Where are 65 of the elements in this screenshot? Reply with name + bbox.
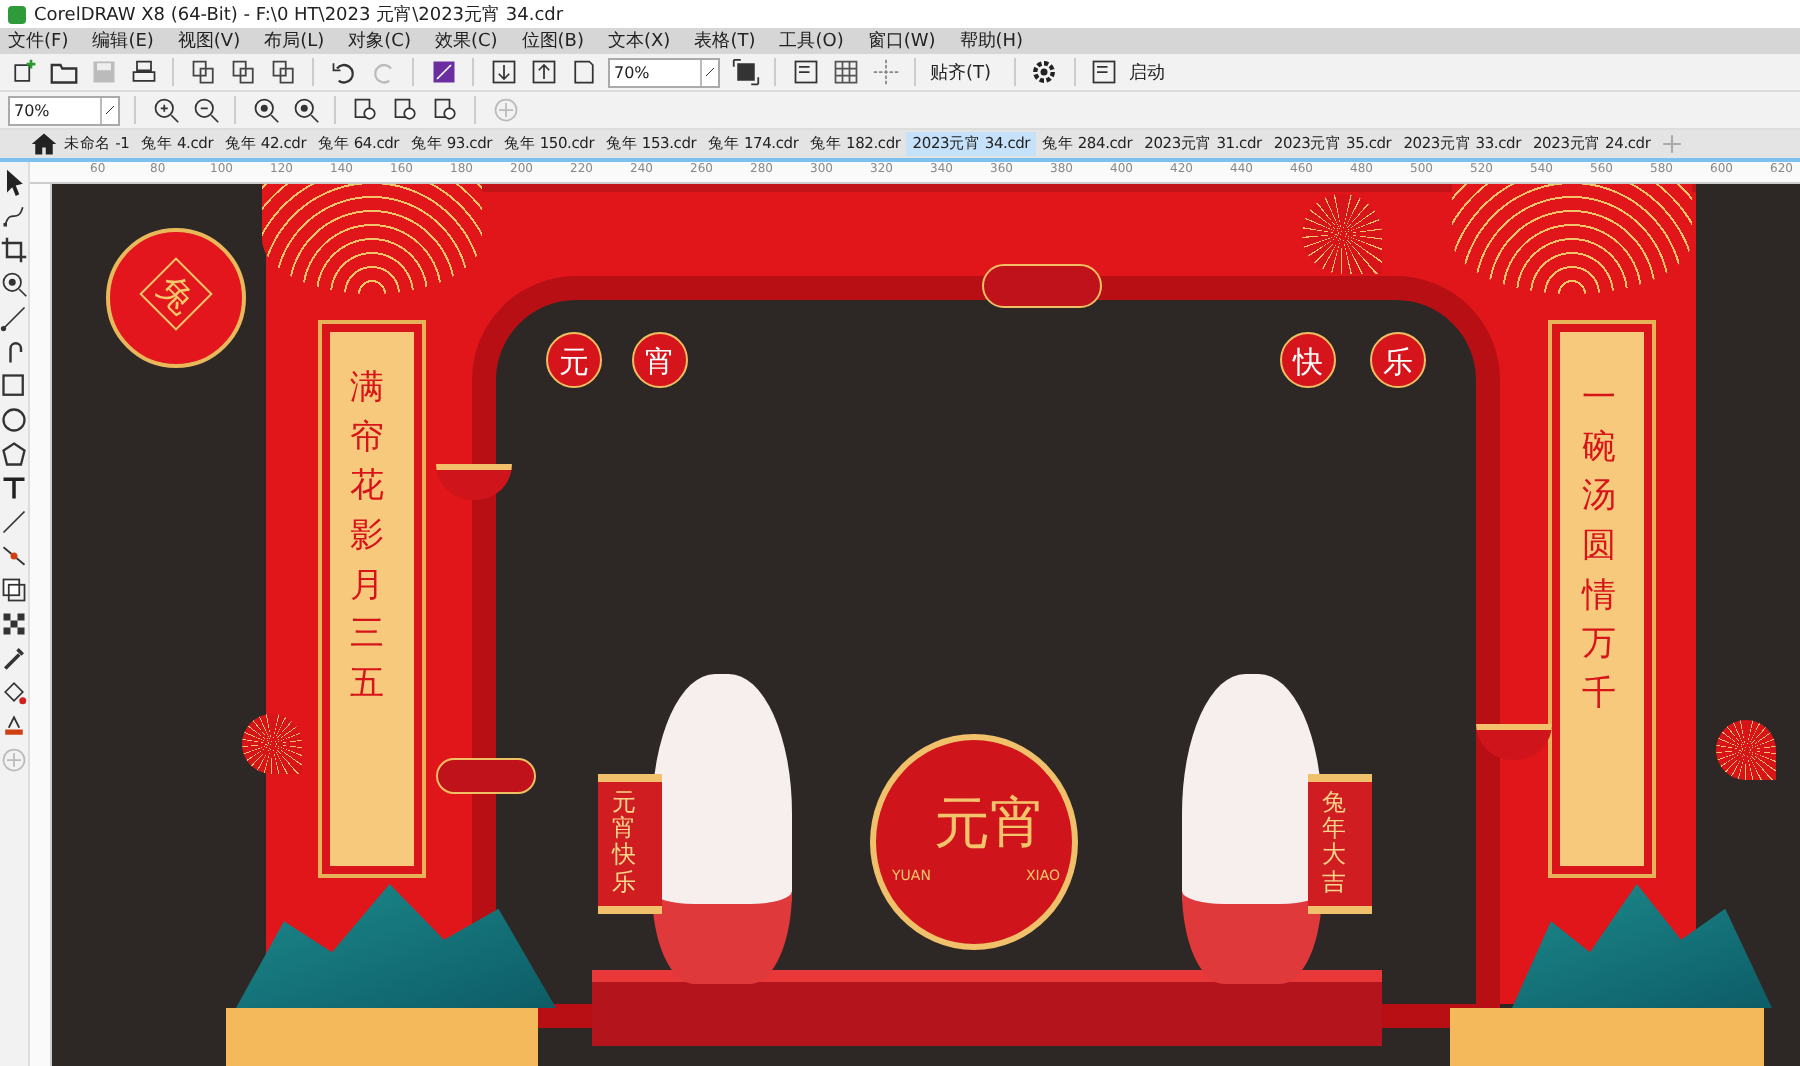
smart-fill-icon[interactable] (0, 710, 28, 740)
zoom-selected-icon[interactable] (250, 95, 280, 125)
square-icon[interactable] (428, 57, 458, 87)
zoom-width-icon[interactable] (390, 95, 420, 125)
polygon-icon[interactable] (0, 438, 28, 468)
menu-item[interactable]: 工具(O) (779, 28, 844, 54)
zoom-out-icon[interactable] (190, 95, 220, 125)
print-icon[interactable] (128, 57, 158, 87)
zoom-field[interactable]: 70% (8, 95, 120, 125)
zoom-field[interactable]: 70% (608, 57, 720, 87)
menu-item[interactable]: 帮助(H) (959, 28, 1024, 54)
couplet-text: 满帘花影月三五 (350, 366, 384, 708)
rulers-icon[interactable] (790, 57, 820, 87)
freehand-icon[interactable] (0, 302, 28, 332)
export-icon[interactable] (528, 57, 558, 87)
dimension-icon[interactable] (0, 506, 28, 536)
copy-icon[interactable] (228, 57, 258, 87)
transparency-icon[interactable] (0, 608, 28, 638)
ellipse-icon[interactable] (0, 404, 28, 434)
new-document-icon[interactable] (8, 57, 38, 87)
menu-item[interactable]: 位图(B) (521, 28, 584, 54)
menu-item[interactable]: 文本(X) (607, 28, 671, 54)
hanging-scroll (1308, 774, 1372, 914)
couplet-text: 一碗汤圆情万千 (1582, 376, 1616, 718)
zoom-page-icon[interactable] (350, 95, 380, 125)
menu-item[interactable]: 文件(F) (8, 28, 69, 54)
zoom-all-icon[interactable] (290, 95, 320, 125)
launch-dropdown[interactable]: 启动 (1129, 59, 1174, 85)
snap-dropdown[interactable]: 贴齐(T) (930, 59, 1000, 85)
menu-item[interactable]: 窗口(W) (867, 28, 936, 54)
scroll-text: 兔年大吉 (1322, 790, 1346, 896)
menu-item[interactable]: 视图(V) (177, 28, 241, 54)
paste-icon[interactable] (268, 57, 298, 87)
emblem-title: 元宵 (934, 794, 1046, 854)
paper-fan-drawing (242, 714, 302, 774)
grid-icon[interactable] (830, 57, 860, 87)
menu-item[interactable]: 表格(T) (694, 28, 756, 54)
scroll-text: 元宵快乐 (612, 790, 636, 896)
eyedropper-icon[interactable] (0, 642, 28, 672)
drop-shadow-icon[interactable] (0, 574, 28, 604)
settings-icon[interactable] (1029, 57, 1060, 87)
window-icon[interactable] (1089, 57, 1120, 87)
full-screen-icon[interactable] (730, 57, 760, 87)
zoom-in-icon[interactable] (150, 95, 180, 125)
menu-item[interactable]: 对象(C) (348, 28, 411, 54)
cut-icon[interactable] (188, 57, 218, 87)
crop-icon[interactable] (0, 234, 28, 264)
text-tool-icon[interactable] (0, 472, 28, 502)
undo-icon[interactable] (328, 57, 358, 87)
menu-item[interactable]: 编辑(E) (92, 28, 154, 54)
paper-fan-drawing (1716, 720, 1776, 780)
guidelines-icon[interactable] (870, 57, 900, 87)
home-icon[interactable] (28, 129, 58, 159)
window-title: CorelDRAW X8 (64-Bit) - F:\0 HT\2023 元宵\2023元宵 34.cdr (34, 3, 564, 27)
app-logo-icon (8, 5, 26, 23)
document-icon[interactable] (568, 57, 598, 87)
menu-item[interactable]: 效果(C) (434, 28, 498, 54)
zoom-height-icon[interactable] (430, 95, 460, 125)
zoom-icon[interactable] (0, 268, 28, 298)
cloud-drawing (982, 264, 1102, 308)
import-icon[interactable] (488, 57, 518, 87)
rectangle-icon[interactable] (0, 370, 28, 400)
hanging-scroll (598, 774, 662, 914)
menu-item[interactable]: 布局(L) (264, 28, 325, 54)
cloud-drawing (436, 758, 536, 794)
